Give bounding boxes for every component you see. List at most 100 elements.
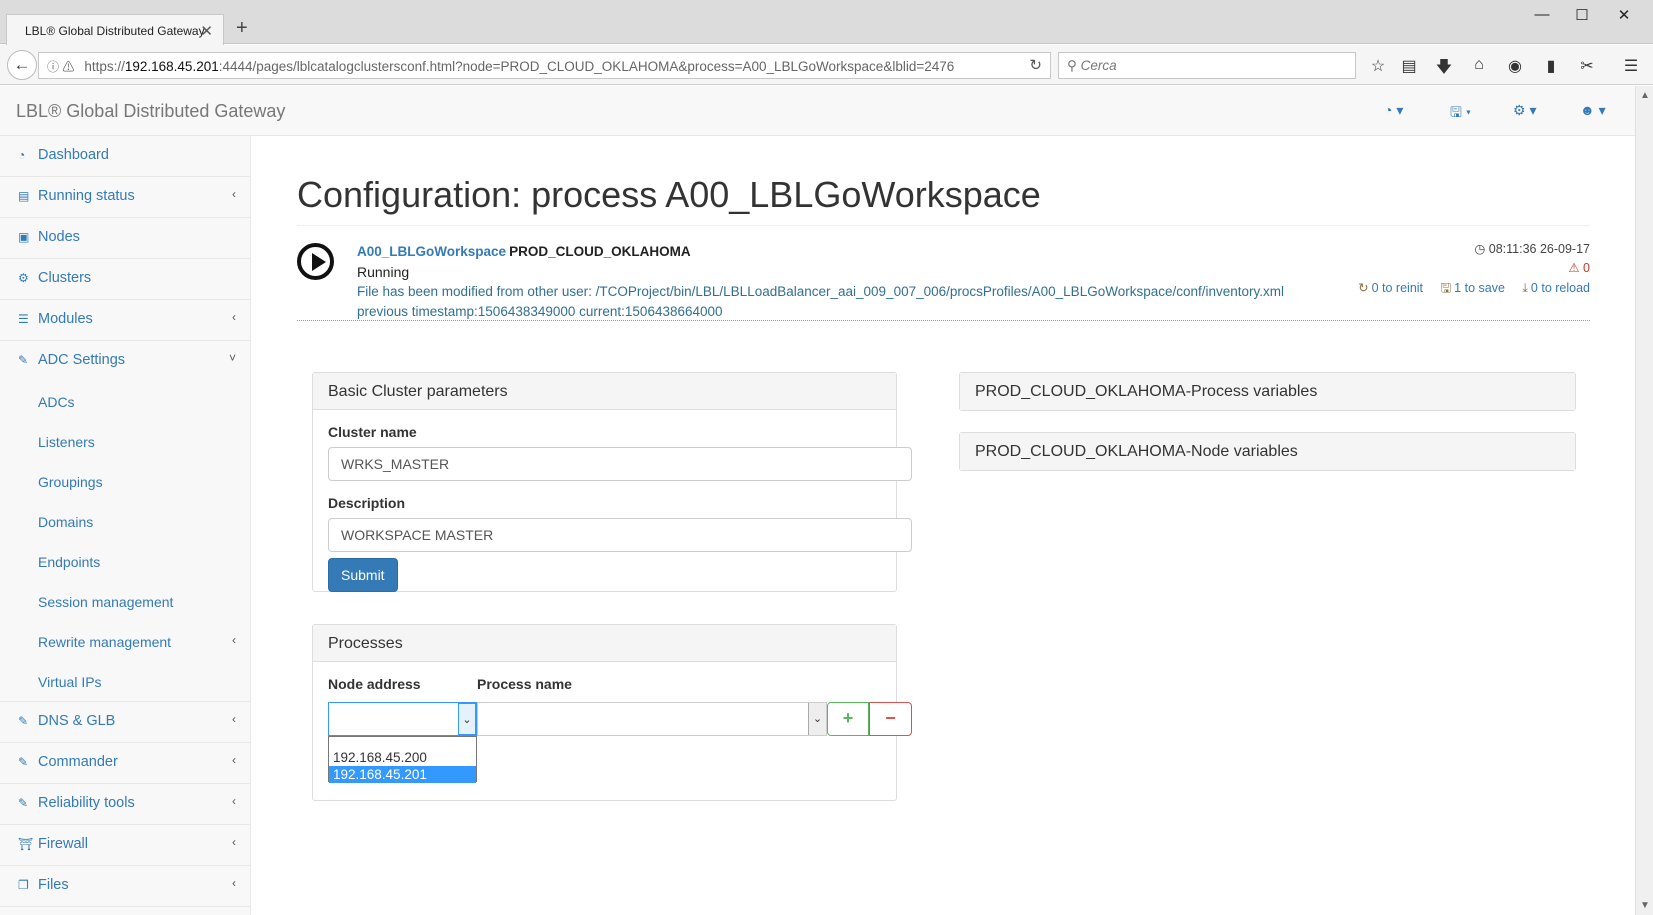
sidebar-item-reliability-tools[interactable]: ✎ Reliability tools ‹ bbox=[0, 784, 250, 825]
reinit-link[interactable]: 0 to reinit bbox=[1372, 281, 1423, 295]
sidebar-item-files[interactable]: ❐ Files ‹ bbox=[0, 866, 250, 907]
sidebar-item-clusters[interactable]: ⚙ Clusters bbox=[0, 259, 250, 300]
menu-icon[interactable]: ☰ bbox=[1621, 56, 1641, 76]
process-link[interactable]: A00_LBLGoWorkspace bbox=[357, 244, 506, 259]
search-placeholder: Cerca bbox=[1080, 58, 1117, 73]
settings-menu-icon[interactable]: ⚙ ▾ bbox=[1513, 102, 1536, 119]
url-bar[interactable]: ⓘ ⚠ https://192.168.45.201:4444/pages/lbl… bbox=[38, 52, 1051, 79]
status-actions: ↻ 0 to reinit 🖫 1 to save ⤓ 0 to reload bbox=[1344, 279, 1590, 300]
sidebar-item-label: Files bbox=[38, 877, 69, 893]
sidebar-item-label: Reliability tools bbox=[38, 795, 135, 811]
cube-icon: ▣ bbox=[18, 230, 30, 244]
close-tab-icon[interactable]: ✕ bbox=[200, 22, 213, 40]
sidebar-item-running-status[interactable]: ▤ Running status ‹ bbox=[0, 177, 250, 218]
scroll-up-icon[interactable]: ▲ bbox=[1640, 90, 1650, 101]
maximize-icon[interactable]: ☐ bbox=[1570, 6, 1594, 24]
files-icon: ❐ bbox=[18, 878, 29, 892]
sidebar-item-label: Running status bbox=[38, 188, 135, 204]
sidebar-item-dashboard[interactable]: ◔ Dashboard bbox=[0, 136, 250, 177]
close-window-icon[interactable]: ✕ bbox=[1612, 6, 1636, 24]
pocket-icon[interactable]: ◉ bbox=[1505, 56, 1525, 76]
status-title: A00_LBLGoWorkspace PROD_CLOUD_OKLAHOMA bbox=[357, 244, 691, 259]
chevron-left-icon: ‹ bbox=[232, 835, 236, 849]
sidebar-subitem-listeners[interactable]: Listeners bbox=[0, 422, 250, 462]
save-menu-icon[interactable]: 🖫 ▾ bbox=[1450, 102, 1471, 126]
sidebar-item-firewall[interactable]: ⛩ Firewall ‹ bbox=[0, 825, 250, 866]
sidebar-item-label: Commander bbox=[38, 754, 118, 770]
sidebar-subitem-virtual-ips[interactable]: Virtual IPs bbox=[0, 662, 250, 702]
url-prefix: https:// bbox=[84, 59, 125, 74]
panel-heading[interactable]: PROD_CLOUD_OKLAHOMA-Process variables bbox=[960, 373, 1575, 410]
sidebar-subitem-adcs[interactable]: ADCs bbox=[0, 382, 250, 422]
app-header: LBL® Global Distributed Gateway ◔ ▾ 🖫 ▾ … bbox=[0, 86, 1635, 136]
screenshot-icon[interactable]: ✂ bbox=[1577, 56, 1597, 76]
chevron-left-icon: ‹ bbox=[232, 187, 236, 201]
cogs-icon: ⚙ bbox=[18, 271, 29, 285]
sidebar-item-label: DNS & GLB bbox=[38, 713, 116, 729]
reload-icon[interactable]: ↻ bbox=[1029, 56, 1042, 74]
site-info-icon[interactable]: ⓘ ⚠ bbox=[47, 60, 74, 74]
sidebar-subitem-session-management[interactable]: Session management bbox=[0, 582, 250, 622]
sidebar-subitem-endpoints[interactable]: Endpoints bbox=[0, 542, 250, 582]
scroll-down-icon[interactable]: ▼ bbox=[1640, 900, 1650, 911]
sidebar-item-commander[interactable]: ✎ Commander ‹ bbox=[0, 743, 250, 784]
url-path: :4444/pages/lblcatalogclustersconf.html?… bbox=[218, 59, 955, 74]
node-variables-panel[interactable]: PROD_CLOUD_OKLAHOMA-Node variables bbox=[959, 432, 1576, 471]
download-icon[interactable]: 🡇 bbox=[1434, 56, 1454, 83]
node-option[interactable]: 192.168.45.200 bbox=[329, 749, 476, 766]
cluster-name-input[interactable] bbox=[328, 447, 912, 481]
sidebar-item-adc-settings[interactable]: ✎ ADC Settings ˅ bbox=[0, 341, 250, 382]
save-link[interactable]: 1 to save bbox=[1454, 281, 1505, 295]
minimize-icon[interactable]: — bbox=[1530, 6, 1554, 23]
description-input[interactable] bbox=[328, 518, 912, 552]
chevron-left-icon: ‹ bbox=[232, 876, 236, 890]
chevron-down-icon[interactable]: ⌄ bbox=[808, 703, 826, 735]
process-status: A00_LBLGoWorkspace PROD_CLOUD_OKLAHOMA Ru… bbox=[297, 235, 1590, 321]
dashboard-menu-icon[interactable]: ◔ ▾ bbox=[1384, 102, 1403, 119]
reading-list-icon[interactable]: ▤ bbox=[1399, 56, 1419, 76]
shield-icon: ⛩ bbox=[18, 837, 34, 851]
chevron-down-icon: ˅ bbox=[228, 351, 236, 365]
play-icon[interactable] bbox=[297, 243, 334, 280]
sidebar-item-nodes[interactable]: ▣ Nodes bbox=[0, 218, 250, 259]
sidebar-subitem-label: Endpoints bbox=[38, 554, 101, 570]
sidebar-item-modules[interactable]: ☰ Modules ‹ bbox=[0, 300, 250, 341]
bookmark-star-icon[interactable]: ☆ bbox=[1368, 56, 1388, 76]
clock-icon: ◷ bbox=[1474, 242, 1486, 256]
chevron-down-icon[interactable]: ⌄ bbox=[458, 703, 476, 735]
reload-link[interactable]: 0 to reload bbox=[1531, 281, 1590, 295]
user-menu-icon[interactable]: ☻ ▾ bbox=[1580, 102, 1606, 119]
sidebar-subitem-groupings[interactable]: Groupings bbox=[0, 462, 250, 502]
browser-tab[interactable]: LBL® Global Distributed Gateway ✕ bbox=[6, 14, 224, 45]
search-icon: ⚲ bbox=[1067, 58, 1077, 73]
sidebar-subitem-label: ADCs bbox=[38, 394, 75, 410]
new-tab-button[interactable]: + bbox=[236, 18, 248, 38]
sidebar-subitem-label: Groupings bbox=[38, 474, 103, 490]
url-host: 192.168.45.201 bbox=[124, 59, 219, 74]
node-option-selected[interactable]: 192.168.45.201 bbox=[329, 766, 476, 783]
remove-process-button[interactable]: − bbox=[869, 702, 912, 736]
edit-icon: ✎ bbox=[18, 796, 29, 810]
process-name-select[interactable]: ⌄ bbox=[477, 702, 827, 736]
search-input[interactable]: ⚲ Cerca bbox=[1058, 52, 1356, 79]
process-variables-panel[interactable]: PROD_CLOUD_OKLAHOMA-Process variables bbox=[959, 372, 1576, 411]
add-process-button[interactable]: + bbox=[827, 702, 869, 736]
back-arrow-icon[interactable]: ← bbox=[7, 50, 37, 80]
page-scrollbar[interactable]: ▲ ▼ bbox=[1635, 86, 1653, 915]
node-address-select[interactable]: ⌄ bbox=[328, 702, 477, 736]
panel-heading: Basic Cluster parameters bbox=[313, 373, 896, 410]
chevron-left-icon: ‹ bbox=[232, 794, 236, 808]
refresh-icon: ↻ bbox=[1358, 281, 1369, 295]
submit-button[interactable]: Submit bbox=[328, 558, 398, 592]
status-alerts: ⚠ 0 bbox=[1568, 260, 1590, 275]
sidebar-subitem-domains[interactable]: Domains bbox=[0, 502, 250, 542]
home-icon[interactable]: ⌂ bbox=[1469, 56, 1489, 74]
sidebar-item-dns-glb[interactable]: ✎ DNS & GLB ‹ bbox=[0, 702, 250, 743]
browser-tab-bar: LBL® Global Distributed Gateway ✕ + — ☐ … bbox=[0, 0, 1653, 45]
save-icon: 🖫 bbox=[1440, 281, 1452, 295]
app-brand[interactable]: LBL® Global Distributed Gateway bbox=[16, 101, 285, 122]
sidebar-item-label: Firewall bbox=[38, 836, 88, 852]
library-icon[interactable]: ▮ bbox=[1541, 56, 1561, 76]
sidebar-subitem-rewrite-management[interactable]: Rewrite management ‹ bbox=[0, 622, 250, 662]
panel-heading[interactable]: PROD_CLOUD_OKLAHOMA-Node variables bbox=[960, 433, 1575, 470]
